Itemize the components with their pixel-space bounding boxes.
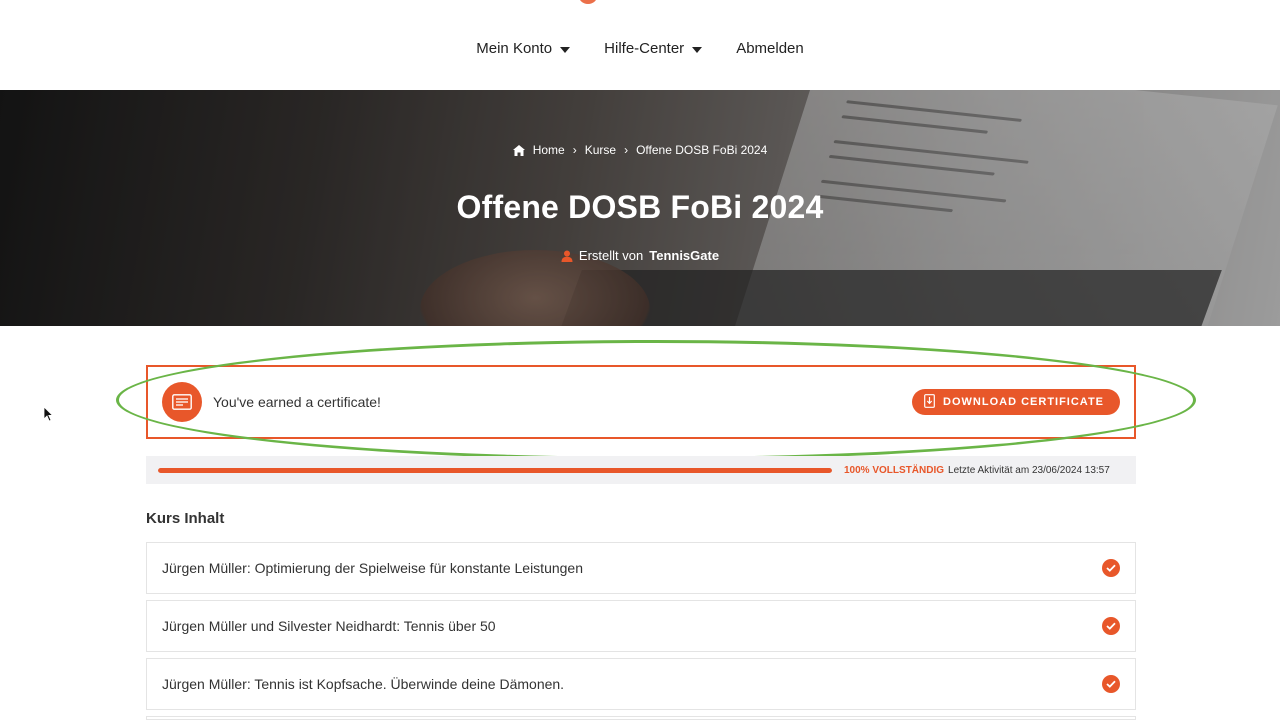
site-logo[interactable]	[578, 0, 598, 4]
lesson-item[interactable]: Jürgen Müller und Silvester Neidhardt: T…	[146, 600, 1136, 652]
menu-item-label: Mein Konto	[476, 40, 553, 57]
check-circle-icon	[1102, 559, 1120, 577]
check-circle-icon	[1102, 617, 1120, 635]
chevron-right-icon: ›	[624, 143, 629, 157]
chevron-right-icon: ›	[572, 143, 577, 157]
download-certificate-button[interactable]: DOWNLOAD CERTIFICATE	[912, 389, 1120, 415]
course-progress: 100% VOLLSTÄNDIG Letzte Aktivität am 23/…	[146, 456, 1136, 484]
lesson-item[interactable]: Jürgen Müller: Tennis ist Kopfsache. Übe…	[146, 658, 1136, 710]
menu-item-hilfe-center[interactable]: Hilfe-Center	[604, 40, 703, 57]
check-circle-icon	[1102, 675, 1120, 693]
lesson-item[interactable]: Jürgen Müller: Optimierung der Spielweis…	[146, 542, 1136, 594]
top-navigation: Mein Konto Hilfe-Center Abmelden	[0, 0, 1280, 90]
page-title: Offene DOSB FoBi 2024	[456, 189, 824, 225]
course-author: Erstellt von TennisGate	[561, 248, 719, 263]
mouse-pointer-icon	[43, 406, 54, 427]
caret-down-icon	[692, 46, 703, 53]
progress-bar	[158, 467, 832, 473]
menu-item-abmelden[interactable]: Abmelden	[736, 40, 804, 57]
home-icon	[512, 144, 525, 156]
breadcrumb-home[interactable]: Home	[533, 143, 565, 157]
main-menu: Mein Konto Hilfe-Center Abmelden	[0, 40, 1280, 57]
lesson-title: Jürgen Müller und Silvester Neidhardt: T…	[162, 618, 496, 634]
menu-item-label: Hilfe-Center	[604, 40, 685, 57]
progress-fill	[158, 467, 832, 473]
download-certificate-label: DOWNLOAD CERTIFICATE	[943, 396, 1104, 408]
progress-percent: 100% VOLLSTÄNDIG	[844, 464, 945, 476]
menu-item-mein-konto[interactable]: Mein Konto	[476, 40, 571, 57]
course-content-heading: Kurs Inhalt	[146, 510, 225, 527]
author-prefix: Erstellt von	[578, 248, 644, 263]
certificate-notice: You've earned a certificate! DOWNLOAD CE…	[146, 365, 1136, 439]
breadcrumb: Home › Kurse › Offene DOSB FoBi 2024	[512, 143, 768, 157]
breadcrumb-kurse[interactable]: Kurse	[585, 143, 616, 157]
hero-banner: Home › Kurse › Offene DOSB FoBi 2024 Off…	[0, 90, 1280, 326]
lesson-item[interactable]	[146, 716, 1136, 720]
menu-item-label: Abmelden	[736, 40, 804, 57]
lesson-title: Jürgen Müller: Tennis ist Kopfsache. Übe…	[162, 676, 565, 692]
author-name[interactable]: TennisGate	[649, 248, 719, 263]
user-icon	[561, 250, 573, 262]
last-activity: Letzte Aktivität am 23/06/2024 13:57	[948, 464, 1110, 476]
certificate-message: You've earned a certificate!	[213, 394, 381, 410]
lesson-title: Jürgen Müller: Optimierung der Spielweis…	[162, 560, 584, 576]
certificate-icon	[162, 382, 202, 422]
caret-down-icon	[560, 46, 571, 53]
download-icon	[924, 393, 935, 411]
breadcrumb-current: Offene DOSB FoBi 2024	[636, 143, 768, 157]
